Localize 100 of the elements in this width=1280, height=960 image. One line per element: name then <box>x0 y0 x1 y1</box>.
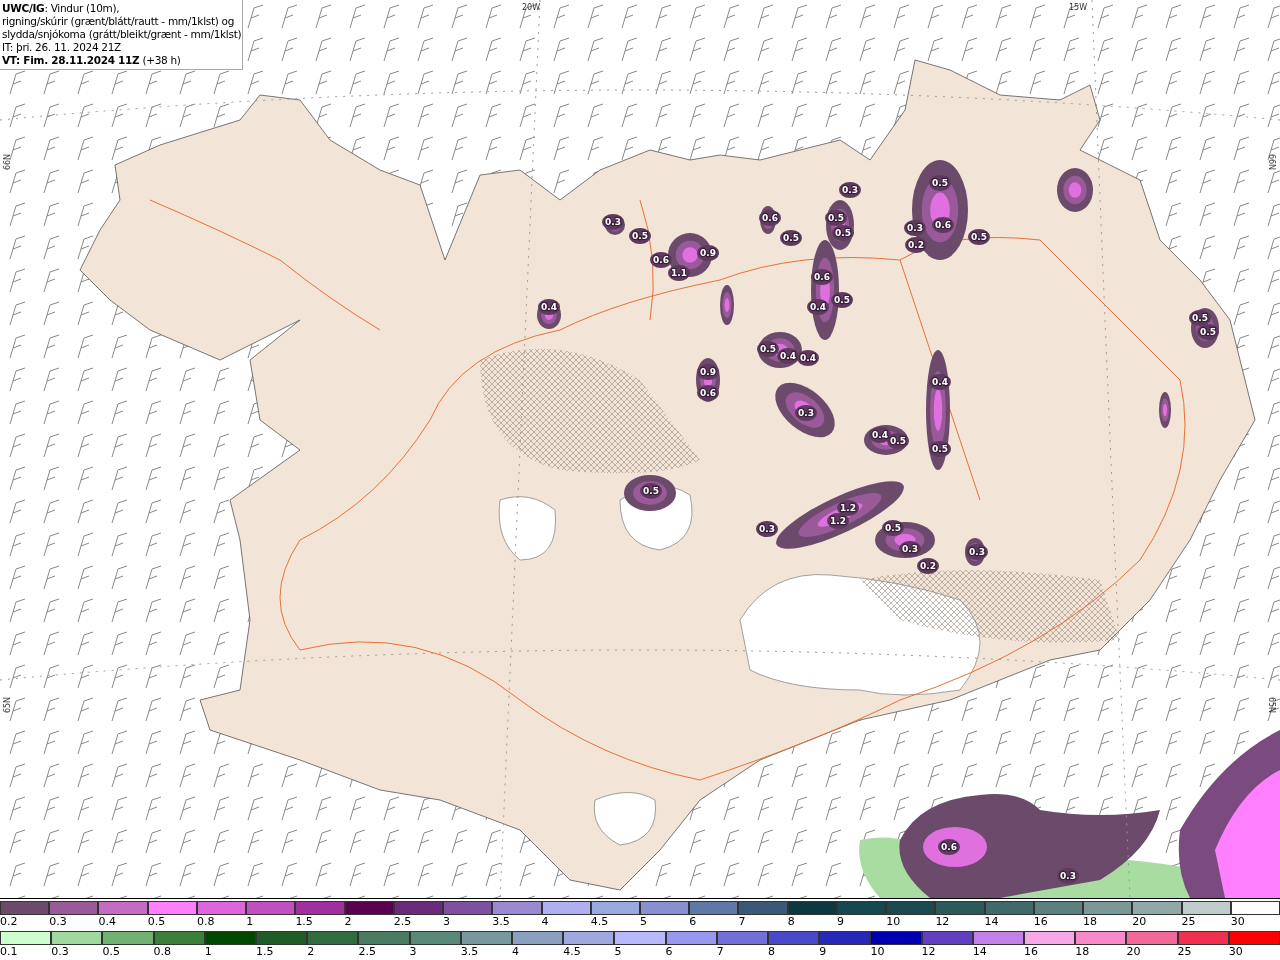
legend-label: 0.2 <box>0 915 18 928</box>
legend-label: 4 <box>541 915 549 928</box>
legend-label: 18 <box>1075 945 1090 958</box>
legend-label: 6 <box>689 915 697 928</box>
legend-label: 0.1 <box>0 945 18 958</box>
precipitation-value: 0.2 <box>920 561 936 571</box>
precipitation-value: 0.5 <box>760 344 776 354</box>
precipitation-value: 0.5 <box>828 213 844 223</box>
precipitation-value: 0.6 <box>814 272 830 282</box>
legend-label: 16 <box>1024 945 1038 958</box>
legend-label: 9 <box>819 945 827 958</box>
precipitation-value: 1.2 <box>840 503 856 513</box>
grid-label: 66N <box>3 153 12 171</box>
precipitation-value: 0.5 <box>783 233 799 243</box>
header-text: VT: Fim. 28.11.2024 11Z (+38 h) <box>2 54 182 67</box>
header-text: slydda/snjókoma (grátt/bleikt/grænt - mm/1klst) <box>2 28 240 41</box>
legend-label: 3.5 <box>460 945 479 958</box>
precipitation-value: 0.6 <box>653 255 669 265</box>
legend-label: 0.3 <box>49 915 67 928</box>
precipitation-value: 0.6 <box>700 388 716 398</box>
precipitation-value: 0.6 <box>935 220 951 230</box>
legend-label: 1.5 <box>295 915 313 928</box>
legend-label: 4 <box>512 945 519 958</box>
legend-label: 0.5 <box>102 945 120 958</box>
legend-label: 2.5 <box>358 945 376 958</box>
precipitation-value: 0.2 <box>908 240 924 250</box>
legend-label: 4.5 <box>563 945 581 958</box>
precipitation-value: 0.3 <box>902 544 918 554</box>
legend-label: 0.8 <box>153 945 172 958</box>
legend-label: 18 <box>1083 915 1098 928</box>
legend-label: 1 <box>204 945 212 958</box>
precipitation-value: 0.5 <box>834 295 850 305</box>
legend-label: 16 <box>1033 915 1048 928</box>
legend-label: 30 <box>1230 915 1245 928</box>
legend-label: 1 <box>246 915 254 928</box>
legend-label: 5 <box>640 915 647 928</box>
precipitation-value: 0.3 <box>842 185 858 195</box>
header-text: UWC/IG: Vindur (10m), <box>2 2 121 15</box>
legend-label: 5 <box>614 945 622 958</box>
precipitation-value: 0.5 <box>885 523 901 533</box>
precipitation-value: 0.3 <box>969 547 985 557</box>
precipitation-value: 0.3 <box>798 408 814 418</box>
precipitation-value: 0.5 <box>1192 313 1208 323</box>
legend-label: 2.5 <box>393 915 412 928</box>
legend-label: 8 <box>768 945 775 958</box>
legend-label: 14 <box>984 915 999 928</box>
precipitation-value: 1.1 <box>671 268 687 278</box>
precipitation-value: 0.9 <box>700 367 716 377</box>
legend-label: 2 <box>307 945 315 958</box>
precipitation-value: 0.4 <box>780 351 796 361</box>
precipitation-value: 0.3 <box>759 524 775 534</box>
grid-label: 15W <box>1068 3 1088 12</box>
precipitation-value: 0.3 <box>605 217 621 227</box>
precipitation-value: 1.2 <box>830 516 846 526</box>
precipitation-value: 0.4 <box>932 377 948 387</box>
legend-label: 6 <box>665 945 673 958</box>
legend-label: 1.5 <box>256 945 274 958</box>
precipitation-value: 0.6 <box>941 842 957 852</box>
legend-label: 9 <box>836 915 844 928</box>
grid-label: 66N <box>1267 153 1276 171</box>
precipitation-value: 0.5 <box>932 444 948 454</box>
legend-label: 7 <box>716 945 724 958</box>
precipitation-value: 0.4 <box>810 302 826 312</box>
precipitation-value: 0.5 <box>971 232 987 242</box>
legend-label: 0.8 <box>196 915 215 928</box>
precipitation-value: 0.4 <box>541 302 557 312</box>
legend-label: 12 <box>935 915 950 928</box>
legend-label: 4.5 <box>590 915 609 928</box>
grid-label: 65N <box>1267 696 1276 714</box>
precipitation-value: 0.4 <box>800 353 816 363</box>
legend-label: 3 <box>409 945 417 958</box>
legend-label: 10 <box>870 945 885 958</box>
legend-label: 30 <box>1228 945 1243 958</box>
legend-label: 3.5 <box>492 915 510 928</box>
legend-label: 25 <box>1181 915 1196 928</box>
precipitation-value: 0.5 <box>835 228 851 238</box>
legend-label: 12 <box>921 945 936 958</box>
legend-label: 20 <box>1132 915 1147 928</box>
legend-label: 0.4 <box>98 915 116 928</box>
precipitation-value: 0.5 <box>643 486 659 496</box>
legend-label: 14 <box>972 945 987 958</box>
precipitation-value: 0.9 <box>700 248 716 258</box>
legend-label: 8 <box>787 915 795 928</box>
precipitation-value: 0.3 <box>907 223 923 233</box>
grid-label: 65N <box>3 696 12 714</box>
precipitation-value: 0.3 <box>1060 871 1076 881</box>
precipitation-value: 0.5 <box>932 178 948 188</box>
legend-label: 3 <box>443 915 451 928</box>
grid-label: 20W <box>521 3 541 12</box>
legend-label: 10 <box>886 915 901 928</box>
precipitation-value: 0.6 <box>762 213 778 223</box>
legend-label: 7 <box>738 915 746 928</box>
precipitation-value: 0.5 <box>890 436 906 446</box>
legend-label: 0.3 <box>51 945 69 958</box>
precipitation-value: 0.4 <box>872 430 888 440</box>
header-text: IT: þri. 26. 11. 2024 21Z <box>2 41 122 54</box>
precipitation-value: 0.5 <box>632 231 648 241</box>
legend-label: 2 <box>344 915 352 928</box>
legend-label: 0.5 <box>147 915 166 928</box>
header-text: rigning/skúrir (grænt/blátt/rautt - mm/1klst) og <box>2 15 236 28</box>
